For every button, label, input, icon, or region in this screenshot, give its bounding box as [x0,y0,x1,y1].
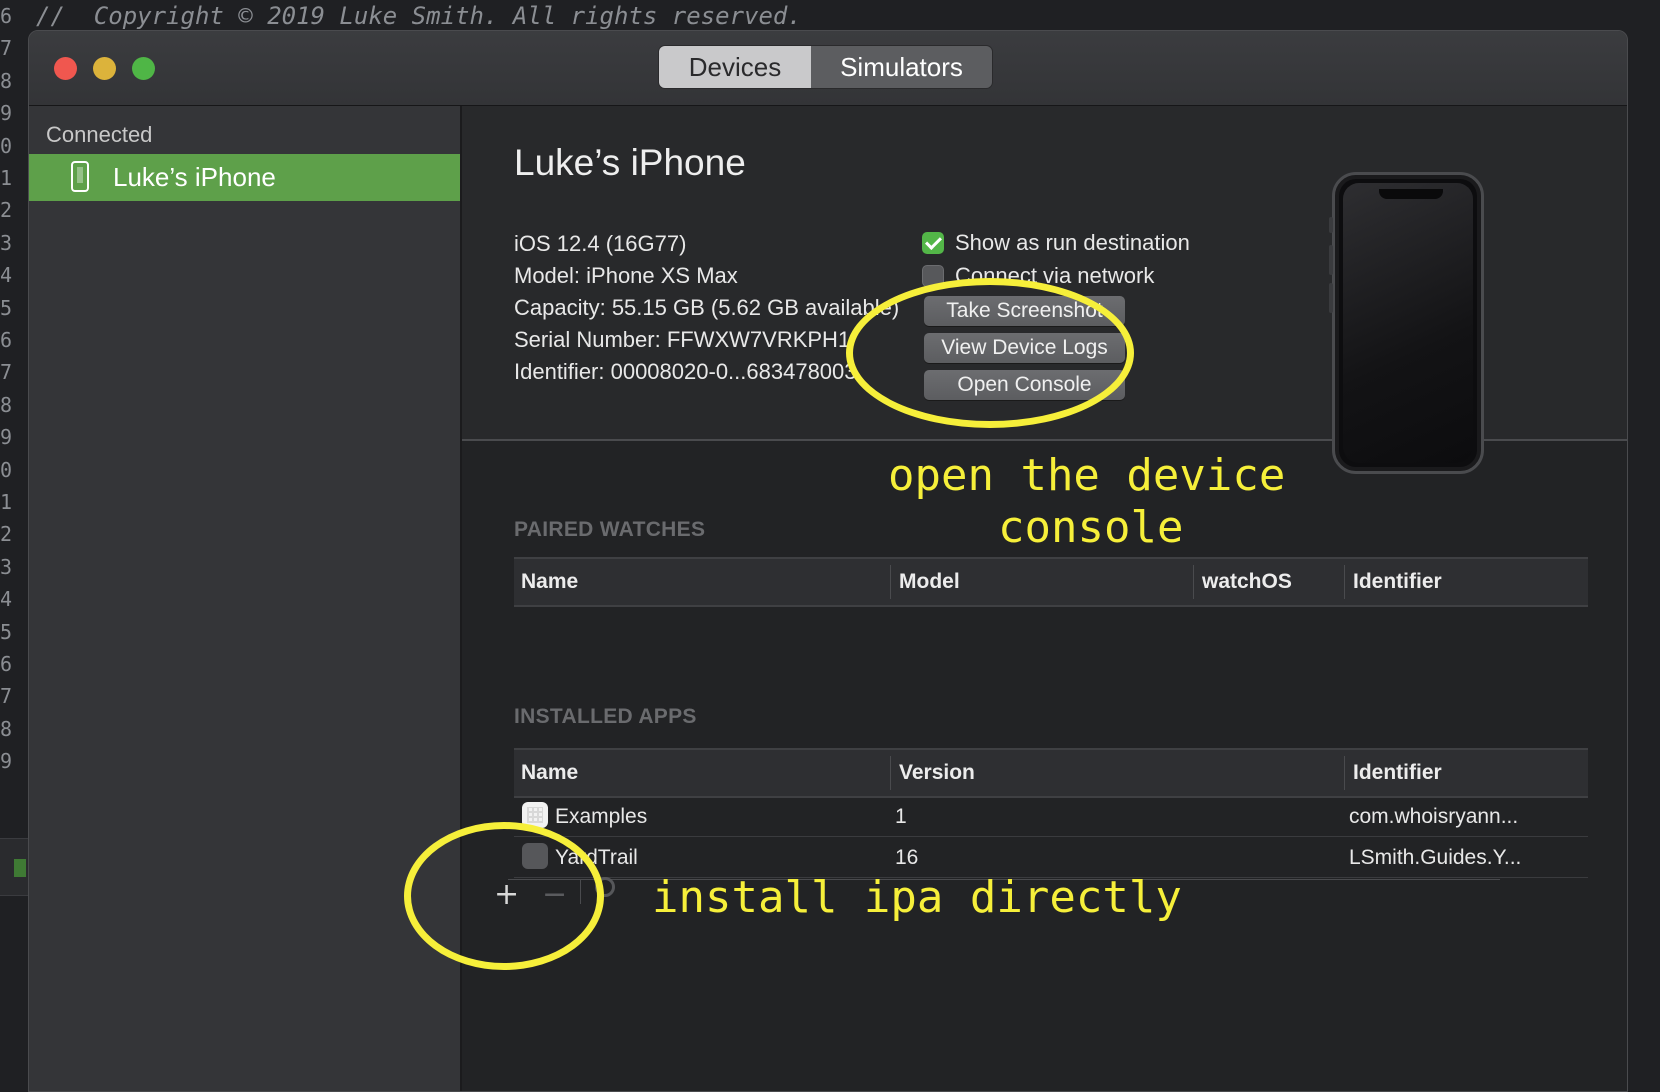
paired-watches-heading: PAIRED WATCHES [514,518,706,541]
sidebar-section-connected: Connected [46,122,153,147]
column-model[interactable]: Model [899,570,960,594]
ios-version: iOS 12.4 (16G77) [514,231,687,256]
device-sidebar: Connected Luke’s iPhone [29,106,462,1091]
device-side-button [1329,245,1333,275]
app-version: 16 [895,846,919,869]
line-number: 2 [0,198,13,223]
column-divider [890,565,891,599]
show-run-destination-checkbox[interactable] [922,232,944,254]
title-bar: Devices Simulators [29,31,1627,106]
iphone-icon [71,161,89,192]
line-number: 9 [0,101,13,126]
column-identifier[interactable]: Identifier [1353,761,1442,785]
device-title: Luke’s iPhone [514,142,746,183]
device-serial: Serial Number: FFWXW7VRKPH1 [514,327,851,352]
minimize-window-button[interactable] [93,57,116,80]
line-number: 5 [0,295,13,320]
tab-devices[interactable]: Devices [659,46,811,88]
annotation-install-ipa: install ipa directly [652,872,1182,923]
line-number: 4 [0,587,13,612]
line-number: 7 [0,36,13,61]
sidebar-item-lukes-iphone[interactable]: Luke’s iPhone [29,154,460,201]
column-divider [890,756,891,790]
line-number: 9 [0,749,13,774]
iphone-device-image [1329,172,1484,474]
zoom-window-button[interactable] [132,57,155,80]
paired-watches-header: Name Model watchOS Identifier [514,557,1588,607]
line-number: 0 [0,457,13,482]
line-number: 1 [0,490,13,514]
table-row[interactable]: Examples 1 com.whoisryann... [514,796,1588,837]
installed-apps-header: Name Version Identifier [514,748,1588,798]
column-name[interactable]: Name [521,761,578,785]
tab-simulators[interactable]: Simulators [811,46,992,88]
device-detail-pane: Luke’s iPhone iOS 12.4 (16G77) Model: iP… [462,106,1627,1091]
device-model: Model: iPhone XS Max [514,263,738,288]
close-window-button[interactable] [54,57,77,80]
annotation-open-console-line2: console [998,502,1184,553]
line-number: 8 [0,392,13,417]
show-run-destination-label: Show as run destination [955,230,1190,255]
line-number: 5 [0,619,13,644]
line-number: 3 [0,554,13,579]
app-identifier: com.whoisryann... [1349,805,1519,828]
line-number: 6 [0,4,13,28]
line-number: 9 [0,425,13,450]
annotation-open-console-line1: open the device [888,450,1286,501]
editor-bottom-bar [0,838,30,896]
column-version[interactable]: Version [899,761,975,785]
column-divider [1344,565,1345,599]
device-identifier: Identifier: 00008020-0...683478003 [514,359,857,384]
show-run-destination-option[interactable]: Show as run destination [922,230,1190,256]
column-identifier[interactable]: Identifier [1353,570,1442,594]
line-number: 7 [0,360,13,385]
devices-window: Devices Simulators Connected Luke’s iPho… [28,30,1628,1092]
line-number: 6 [0,328,13,352]
device-screen [1343,183,1473,463]
app-identifier: LSmith.Guides.Y... [1349,846,1522,869]
highlight-circle-console [846,278,1134,428]
column-divider [1344,756,1345,790]
sidebar-item-label: Luke’s iPhone [113,162,276,192]
app-name: Examples [555,805,648,828]
device-side-button [1329,283,1333,313]
line-number: 0 [0,133,13,158]
line-number: 4 [0,263,13,288]
line-number: 8 [0,68,13,93]
line-number: 3 [0,230,13,255]
line-number: 1 [0,166,13,190]
app-version: 1 [895,805,907,828]
column-watchos[interactable]: watchOS [1202,570,1292,594]
device-capacity: Capacity: 55.15 GB (5.62 GB available) [514,295,900,320]
highlight-circle-install [404,822,604,970]
column-divider [1193,565,1194,599]
installed-apps-heading: INSTALLED APPS [514,705,697,728]
editor-comment-line: // Copyright © 2019 Luke Smith. All righ… [36,2,802,30]
line-number: 7 [0,684,13,709]
line-number: 2 [0,522,13,547]
column-name[interactable]: Name [521,570,578,594]
device-side-button [1329,217,1333,233]
devices-simulators-segmented-control: Devices Simulators [659,46,992,88]
line-number: 6 [0,652,13,676]
device-notch [1379,189,1443,199]
line-number: 8 [0,716,13,741]
editor-indicator [14,859,26,877]
